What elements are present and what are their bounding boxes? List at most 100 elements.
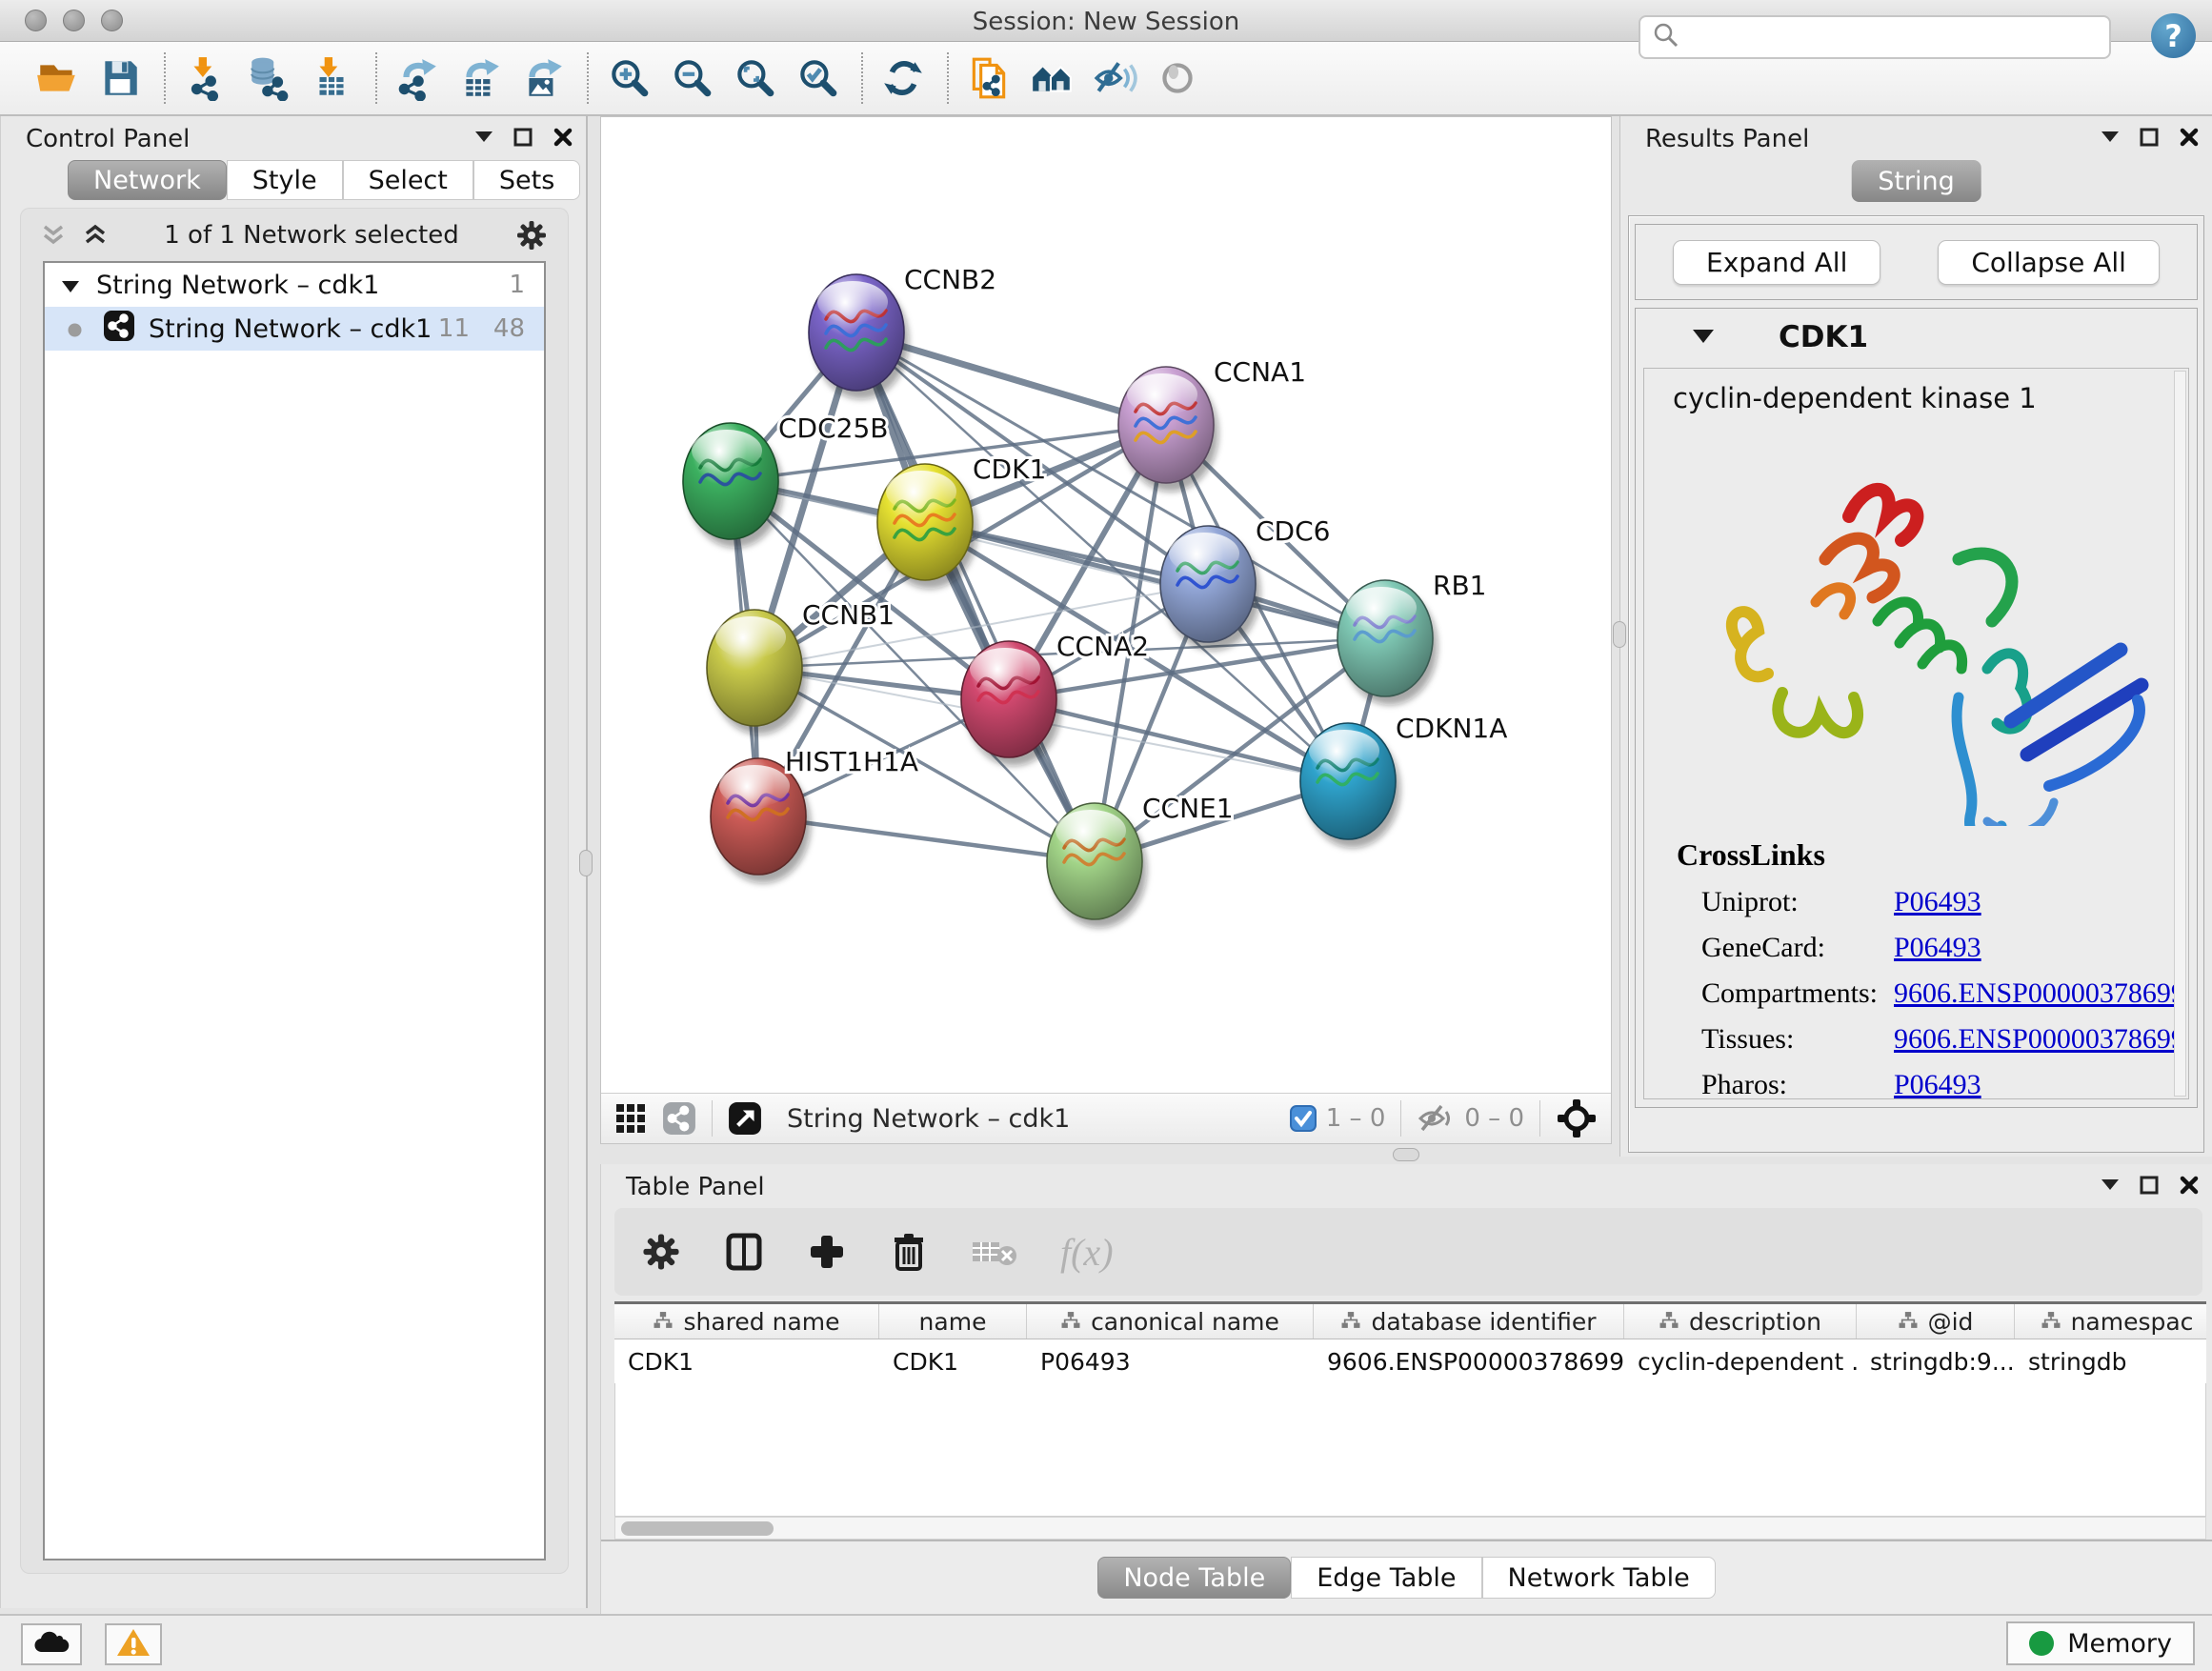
export-table-icon[interactable] bbox=[455, 53, 505, 103]
results-scrollbar[interactable] bbox=[2174, 371, 2186, 1097]
table-row[interactable]: CDK1CDK1P064939606.ENSP00000378699cyclin… bbox=[614, 1339, 2206, 1383]
tree-collapse-icon[interactable] bbox=[62, 271, 79, 300]
crosslink-link[interactable]: 9606.ENSP00000378699 bbox=[1894, 1023, 2185, 1056]
birdseye-pan-icon[interactable] bbox=[1556, 1097, 1598, 1139]
cloud-status-button[interactable] bbox=[21, 1623, 82, 1665]
expand-all-networks-icon[interactable] bbox=[83, 223, 108, 248]
panel-menu-icon[interactable] bbox=[2101, 131, 2119, 143]
export-image-icon[interactable] bbox=[518, 53, 568, 103]
table-cell[interactable]: stringdb bbox=[2015, 1348, 2206, 1376]
zoom-fit-icon[interactable] bbox=[730, 53, 779, 103]
crosslink-link[interactable]: P06493 bbox=[1894, 932, 1981, 964]
add-column-icon[interactable] bbox=[807, 1232, 847, 1272]
network-node-cdkn1a[interactable]: CDKN1A bbox=[1300, 713, 1507, 848]
string-network-badge-icon[interactable] bbox=[662, 1101, 696, 1136]
column-header--id[interactable]: @id bbox=[1857, 1304, 2015, 1339]
show-columns-icon[interactable] bbox=[723, 1231, 765, 1273]
footer-separator bbox=[712, 1100, 713, 1137]
zoom-out-icon[interactable] bbox=[667, 53, 716, 103]
hide-graphics-details-icon[interactable] bbox=[1090, 53, 1139, 103]
table-horizontal-scrollbar[interactable] bbox=[614, 1517, 2206, 1540]
crosslink-link[interactable]: P06493 bbox=[1894, 1069, 1981, 1099]
table-cell[interactable]: stringdb:9... bbox=[1857, 1348, 2015, 1376]
network-node-ccnb1[interactable]: CCNB1 bbox=[707, 599, 895, 735]
network-node-cdk1[interactable]: CDK1 bbox=[877, 453, 1046, 589]
table-cell[interactable]: CDK1 bbox=[614, 1348, 879, 1376]
tab-network[interactable]: Network bbox=[68, 160, 227, 200]
scrollbar-thumb[interactable] bbox=[621, 1521, 774, 1536]
houses-icon[interactable] bbox=[1027, 53, 1076, 103]
selected-checkbox-icon[interactable] bbox=[1290, 1105, 1317, 1132]
tab-style[interactable]: Style bbox=[227, 160, 343, 200]
table-cell[interactable]: P06493 bbox=[1027, 1348, 1314, 1376]
network-node-rb1[interactable]: RB1 bbox=[1337, 570, 1486, 705]
table-cell[interactable]: CDK1 bbox=[879, 1348, 1027, 1376]
crosslink-link[interactable]: 9606.ENSP00000378699 bbox=[1894, 977, 2185, 1010]
close-panel-icon[interactable] bbox=[2180, 1176, 2199, 1195]
tab-select[interactable]: Select bbox=[343, 160, 473, 200]
network-node-ccne1[interactable]: CCNE1 bbox=[1047, 793, 1234, 928]
network-node-cdc6[interactable]: CDC6 bbox=[1160, 515, 1330, 651]
float-panel-icon[interactable] bbox=[2140, 128, 2159, 147]
render-detail-icon[interactable] bbox=[1153, 53, 1202, 103]
memory-button[interactable]: Memory bbox=[2006, 1621, 2195, 1665]
column-header-description[interactable]: description bbox=[1624, 1304, 1857, 1339]
close-panel-icon[interactable] bbox=[2180, 128, 2199, 147]
import-table-icon[interactable] bbox=[307, 53, 356, 103]
crosslink-link[interactable]: P06493 bbox=[1894, 886, 1981, 918]
collapse-all-networks-icon[interactable] bbox=[41, 223, 66, 248]
warning-status-button[interactable] bbox=[105, 1623, 162, 1665]
column-header-canonical-name[interactable]: canonical name bbox=[1027, 1304, 1314, 1339]
open-network-document-icon[interactable] bbox=[964, 53, 1014, 103]
collapse-all-button[interactable]: Collapse All bbox=[1938, 240, 2160, 285]
network-row[interactable]: String Network – cdk1 11 48 bbox=[45, 307, 544, 351]
cdk1-section-header[interactable]: CDK1 bbox=[1636, 309, 2197, 368]
column-type-icon bbox=[1898, 1308, 1919, 1336]
table-cell[interactable]: 9606.ENSP00000378699 bbox=[1314, 1348, 1624, 1376]
zoom-selected-icon[interactable] bbox=[793, 53, 842, 103]
float-panel-icon[interactable] bbox=[513, 128, 533, 147]
network-options-gear-icon[interactable] bbox=[515, 219, 548, 252]
protein-structure-image bbox=[1673, 426, 2187, 826]
help-icon[interactable]: ? bbox=[2151, 13, 2196, 58]
column-header-shared-name[interactable]: shared name bbox=[614, 1304, 879, 1339]
network-node-hist1h1a[interactable]: HIST1H1A bbox=[711, 746, 918, 883]
open-external-view-icon[interactable] bbox=[728, 1101, 762, 1136]
import-network-icon[interactable] bbox=[181, 53, 231, 103]
search-icon bbox=[1652, 21, 1680, 53]
network-node-ccnb2[interactable]: CCNB2 bbox=[809, 264, 996, 399]
expand-all-button[interactable]: Expand All bbox=[1673, 240, 1880, 285]
table-cell[interactable]: cyclin-dependent ... bbox=[1624, 1348, 1857, 1376]
float-panel-icon[interactable] bbox=[2140, 1176, 2159, 1195]
delete-column-trash-icon[interactable] bbox=[889, 1232, 929, 1272]
tab-node-table[interactable]: Node Table bbox=[1097, 1557, 1291, 1599]
column-header-namespac[interactable]: namespac bbox=[2015, 1304, 2206, 1339]
tab-edge-table[interactable]: Edge Table bbox=[1291, 1557, 1481, 1599]
apply-layout-icon[interactable] bbox=[878, 53, 928, 103]
tab-sets[interactable]: Sets bbox=[473, 160, 580, 200]
zoom-in-icon[interactable] bbox=[604, 53, 654, 103]
panel-menu-icon[interactable] bbox=[2101, 1179, 2119, 1191]
export-network-icon[interactable] bbox=[392, 53, 442, 103]
network-node-cdc25b[interactable]: CDC25B bbox=[683, 413, 889, 548]
vertical-splitter-handle[interactable] bbox=[579, 850, 593, 876]
save-session-icon[interactable] bbox=[95, 53, 145, 103]
vertical-splitter-handle[interactable] bbox=[1613, 621, 1626, 648]
tab-string[interactable]: String bbox=[1851, 160, 1981, 202]
horizontal-splitter-handle[interactable] bbox=[1393, 1148, 1419, 1161]
network-edge[interactable] bbox=[856, 332, 1095, 861]
search-input[interactable] bbox=[1639, 15, 2111, 59]
tab-network-table[interactable]: Network Table bbox=[1482, 1557, 1716, 1599]
panel-menu-icon[interactable] bbox=[475, 131, 493, 143]
string-network-graph[interactable]: CCNB2CCNA1CDC25BCDK1CDC6RB1CCNB1CCNA2CDK… bbox=[601, 117, 1611, 1093]
column-header-name[interactable]: name bbox=[879, 1304, 1027, 1339]
table-settings-gear-icon[interactable] bbox=[641, 1232, 681, 1272]
grid-view-icon[interactable] bbox=[614, 1102, 647, 1135]
close-panel-icon[interactable] bbox=[553, 128, 573, 147]
import-network-from-database-icon[interactable] bbox=[244, 53, 293, 103]
open-session-icon[interactable] bbox=[32, 53, 82, 103]
section-collapse-icon[interactable] bbox=[1693, 330, 1714, 348]
network-collection-row[interactable]: String Network – cdk1 1 bbox=[45, 263, 544, 307]
network-view-canvas[interactable]: CCNB2CCNA1CDC25BCDK1CDC6RB1CCNB1CCNA2CDK… bbox=[600, 116, 1612, 1144]
column-header-database-identifier[interactable]: database identifier bbox=[1314, 1304, 1624, 1339]
